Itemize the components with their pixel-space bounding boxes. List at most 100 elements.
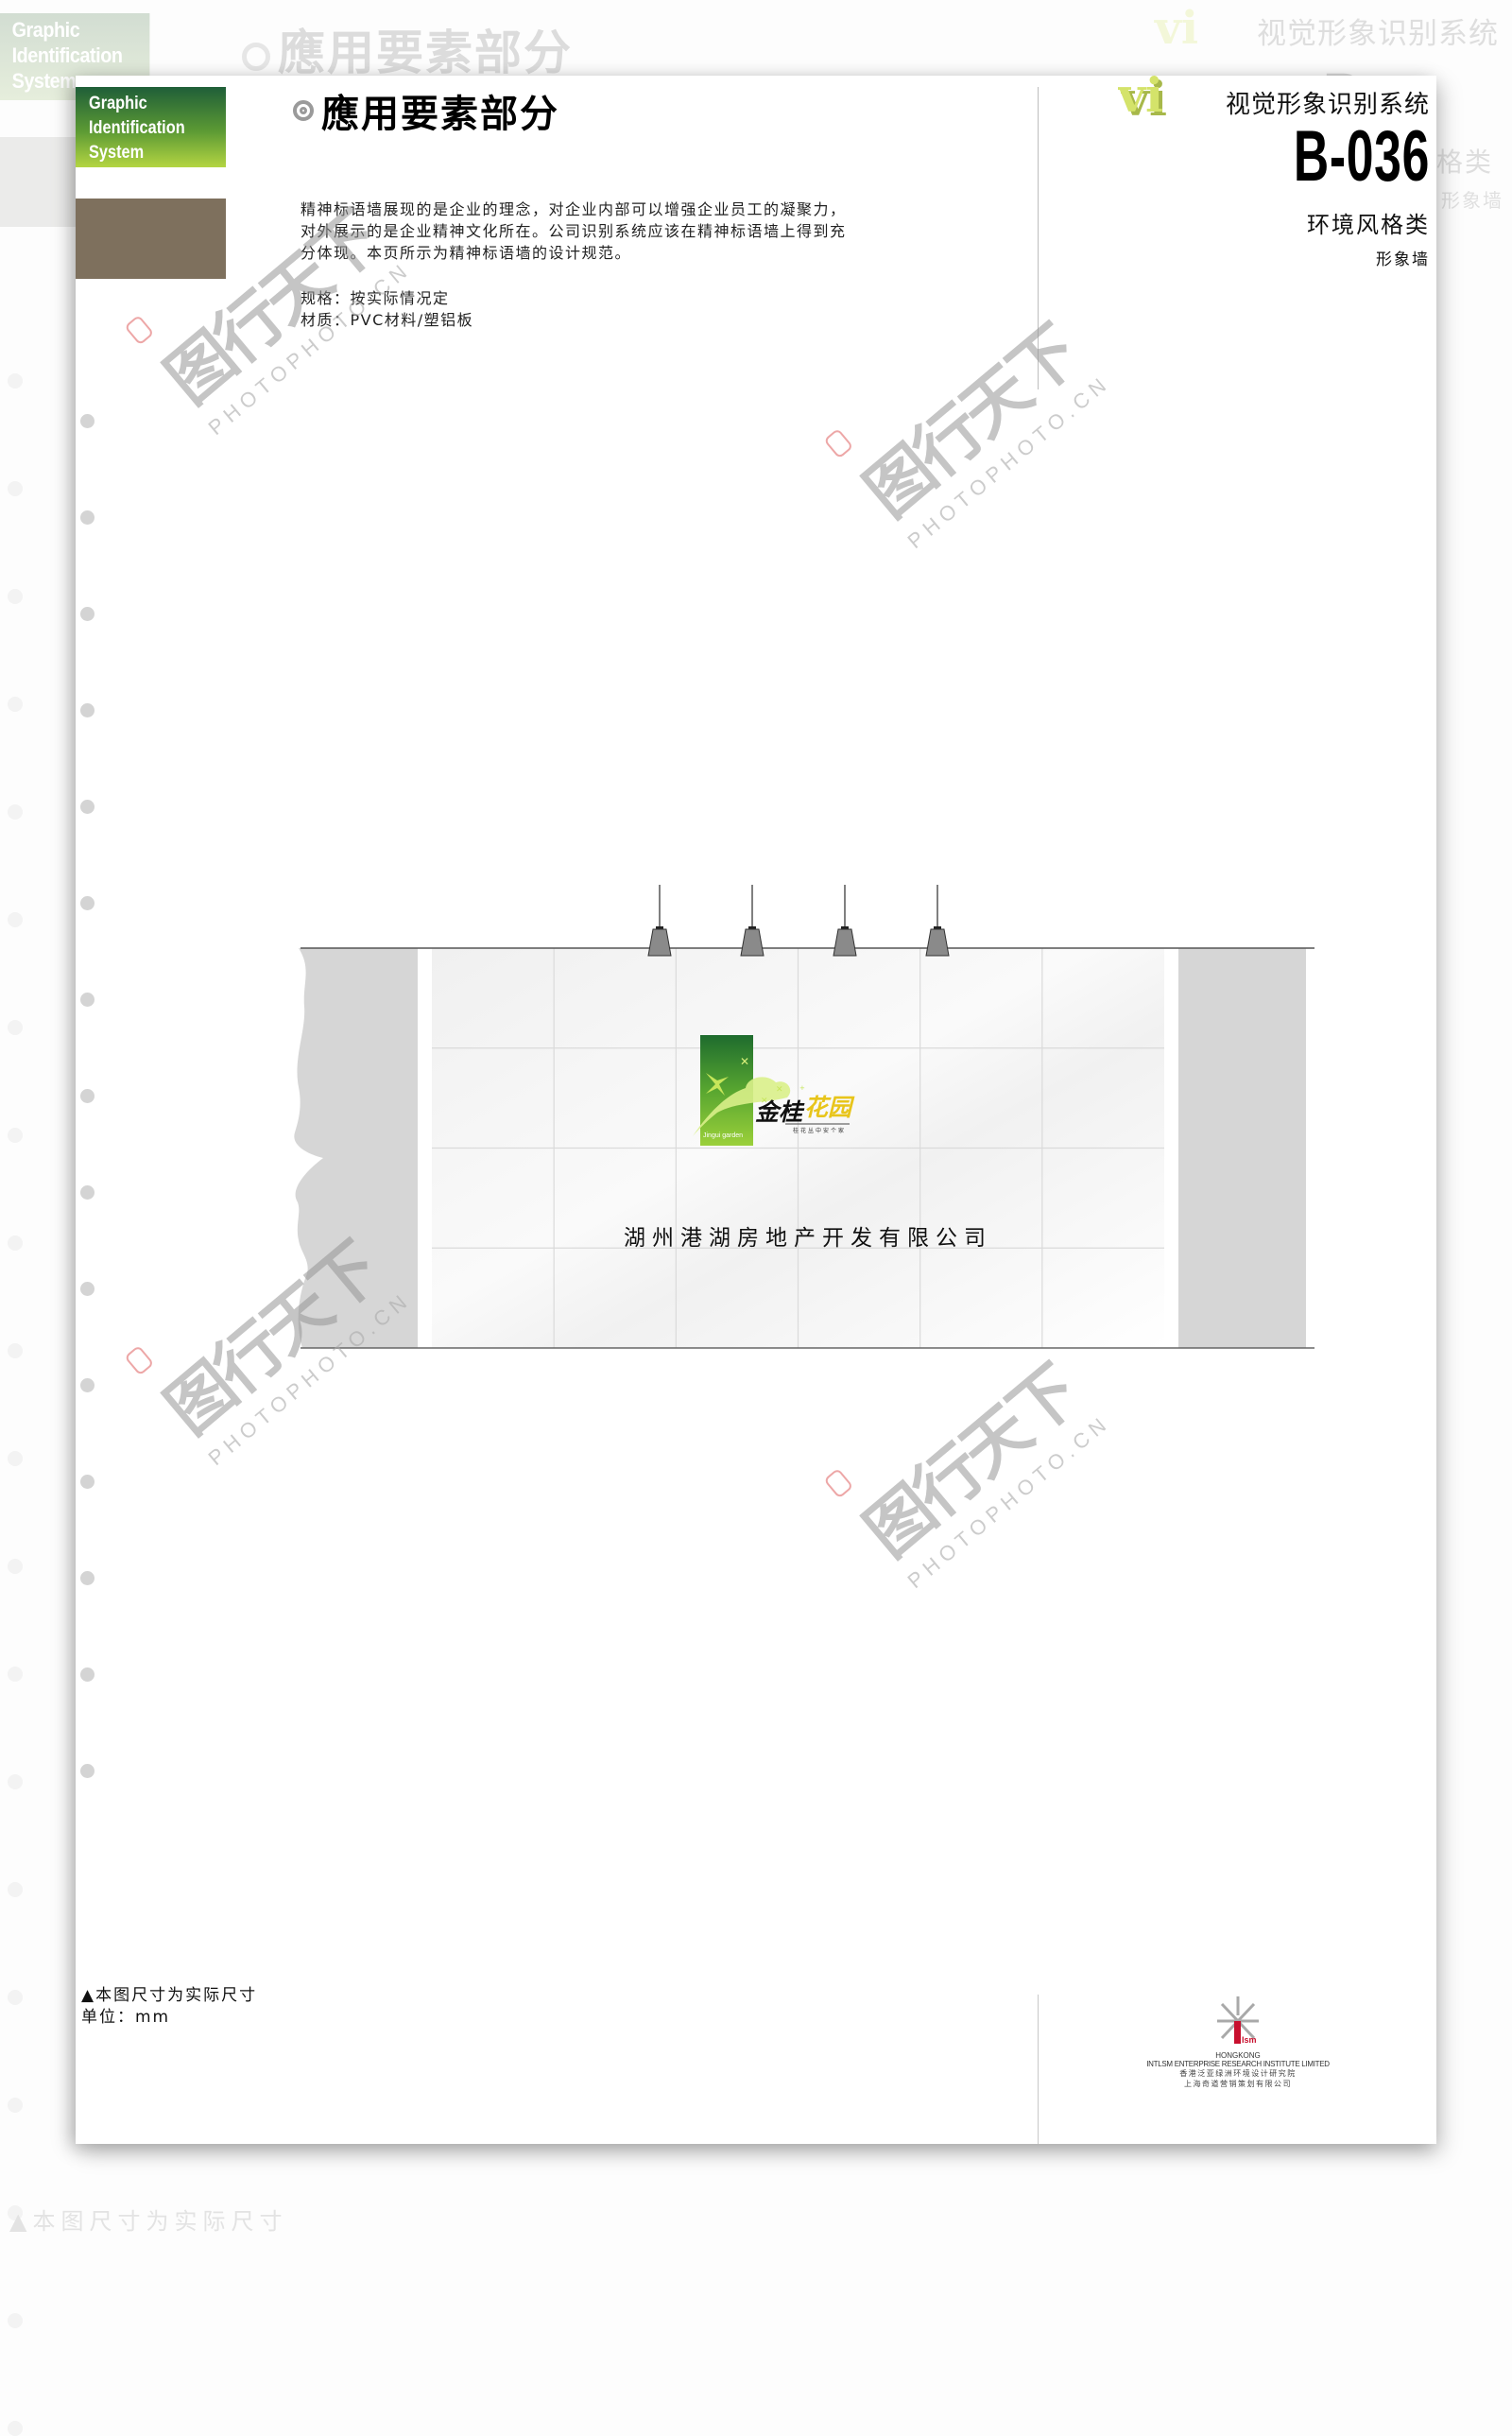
ghost-title: 應用要素部分 <box>242 15 573 83</box>
page-title: 應用要素部分 <box>293 83 559 138</box>
binder-hole <box>80 1571 94 1585</box>
left-side-panel <box>294 948 418 1348</box>
ghost-subcategory: 形象墙 <box>1441 189 1503 212</box>
ghost-title-text: 應用要素部分 <box>278 26 573 80</box>
scale-note: ▲本图尺寸为实际尺寸 <box>81 1986 258 2005</box>
ghost-binder-hole <box>8 1990 23 2005</box>
institute-line-3: 香港泛亚绿洲环境设计研究院 <box>1179 2069 1297 2078</box>
ghost-vi-text: 视觉形象识别系统 <box>1257 17 1499 51</box>
footer-note: ▲本图尺寸为实际尺寸 单位：mm <box>81 1985 257 2029</box>
page-card: Graphic Identification System 應用要素部分 精神标… <box>76 76 1436 2144</box>
pendant-lamp-icon <box>833 885 857 957</box>
ghost-ring-icon <box>242 42 270 71</box>
gis-badge-text: Graphic Identification System <box>89 92 185 165</box>
ghost-footer-text: ▲本图尺寸为实际尺寸 <box>9 2208 288 2235</box>
binder-hole <box>80 703 94 717</box>
divider-line-top <box>1038 87 1039 389</box>
divider-line-bottom <box>1038 1995 1039 2144</box>
ghost-binder-hole <box>8 912 23 927</box>
binder-hole <box>80 414 94 428</box>
logo-english: Jingui garden <box>703 1132 743 1139</box>
vi-logo-text: vi <box>1118 76 1163 119</box>
binder-hole <box>80 510 94 525</box>
gis-badge: Graphic Identification System <box>76 87 226 167</box>
jingui-garden-logo: ✕ ✕ + ✕ Jingui garden 金桂 花园 桂花丛中安个家 <box>693 1035 855 1146</box>
company-name: 湖州港湖房地产开发有限公司 <box>624 1226 992 1251</box>
description-line: 分体现。本页所示为精神标语墙的设计规范。 <box>301 244 632 262</box>
logo-sparkle: ✕ <box>740 1055 749 1068</box>
binder-hole <box>80 993 94 1007</box>
image-wall-drawing: ✕ ✕ + ✕ Jingui garden 金桂 花园 桂花丛中安个家 <box>294 885 1314 1349</box>
binder-hole <box>80 1764 94 1778</box>
ghost-gray-block <box>0 137 76 227</box>
institute-line-2: INTLSM ENTERPRISE RESEARCH INSTITUTE LIM… <box>1146 2060 1330 2068</box>
institute-line-1: HONGKONG <box>1215 2051 1261 2060</box>
page-code: B-036 <box>1293 116 1430 197</box>
unit-label: 单位：mm <box>81 2008 171 2027</box>
ghost-binder-hole <box>8 1128 23 1143</box>
ghost-badge-line: Graphic <box>11 18 80 42</box>
ghost-vi-mark: vi <box>1155 2 1199 55</box>
logo-green-panel <box>700 1035 753 1146</box>
pendant-lamps <box>647 885 950 957</box>
ghost-binder-hole <box>8 1559 23 1574</box>
ghost-binder-hole <box>8 481 23 496</box>
binder-hole <box>80 1378 94 1392</box>
binder-hole <box>80 800 94 814</box>
binder-hole <box>80 1667 94 1682</box>
ghost-binder-hole <box>8 697 23 712</box>
page-title-text: 應用要素部分 <box>321 93 559 136</box>
subcategory-label: 形象墙 <box>1376 251 1430 269</box>
institute-logo: Ism HONGKONG INTLSM ENTERPRISE RESEARCH … <box>1134 1995 1342 2089</box>
ghost-binder-hole <box>8 804 23 820</box>
institute-line-4: 上海奇道营销策划有限公司 <box>1184 2080 1292 2088</box>
badge-line: Graphic <box>89 94 147 113</box>
pendant-lamp-icon <box>740 885 765 957</box>
binder-hole <box>80 607 94 621</box>
ghost-binder-hole <box>8 2313 23 2328</box>
description-line: 精神标语墙展现的是企业的理念，对企业内部可以增强企业员工的凝聚力， <box>301 200 847 218</box>
ghost-binder-hole <box>8 373 23 389</box>
ghost-binder-hole <box>8 1343 23 1358</box>
description-line: 对外展示的是企业精神文化所在。公司识别系统应该在精神标语墙上得到充 <box>301 222 847 240</box>
vi-logo-icon: vi vi <box>1118 76 1167 119</box>
ghost-binder-hole <box>8 589 23 604</box>
tile-grid <box>432 948 1164 1348</box>
binder-hole <box>80 1475 94 1489</box>
logo-sparkle: ✕ <box>776 1085 783 1095</box>
double-ring-icon <box>293 100 314 121</box>
description: 精神标语墙展现的是企业的理念，对企业内部可以增强企业员工的凝聚力， 对外展示的是… <box>301 199 981 264</box>
ghost-binder-hole <box>8 2421 23 2436</box>
brown-color-block <box>76 199 226 279</box>
spec-label: 规格：按实际情况定 <box>301 289 450 307</box>
ghost-binder-hole <box>8 2098 23 2113</box>
pendant-lamp-icon <box>647 885 672 957</box>
logo-sparkle: + <box>799 1084 805 1092</box>
specifications: 规格：按实际情况定 材质：PVC材料/塑铝板 <box>301 287 473 331</box>
ism-star-icon: Ism <box>1217 1996 1259 2045</box>
logo-name-part1: 金桂 <box>755 1098 805 1126</box>
logo-tagline: 桂花丛中安个家 <box>793 1127 846 1134</box>
ghost-badge-line: Identification <box>11 43 123 67</box>
binder-hole <box>80 1282 94 1296</box>
logo-name-part2: 花园 <box>804 1094 855 1121</box>
binder-hole <box>80 896 94 910</box>
logo-sparkle: ✕ <box>761 1097 768 1106</box>
binder-hole <box>80 1185 94 1200</box>
vi-system-title: 视觉形象识别系统 <box>1225 91 1430 119</box>
ghost-binder-hole <box>8 1667 23 1682</box>
ghost-binder-hole <box>8 2205 23 2220</box>
logo-flower-icon <box>706 1073 729 1096</box>
ghost-binder-hole <box>8 1020 23 1035</box>
ghost-binder-hole <box>8 1235 23 1251</box>
logo-cloud-swoosh <box>693 1077 791 1136</box>
ghost-binder-hole <box>8 1774 23 1789</box>
svg-text:Ism: Ism <box>1242 2035 1257 2045</box>
pendant-lamp-icon <box>925 885 950 957</box>
ghost-binder-hole <box>8 1451 23 1466</box>
ghost-binder-hole <box>8 1882 23 1897</box>
right-side-panel <box>1178 948 1306 1348</box>
main-wall <box>432 948 1164 1348</box>
binder-hole <box>80 1089 94 1103</box>
badge-line: Identification <box>89 118 185 138</box>
